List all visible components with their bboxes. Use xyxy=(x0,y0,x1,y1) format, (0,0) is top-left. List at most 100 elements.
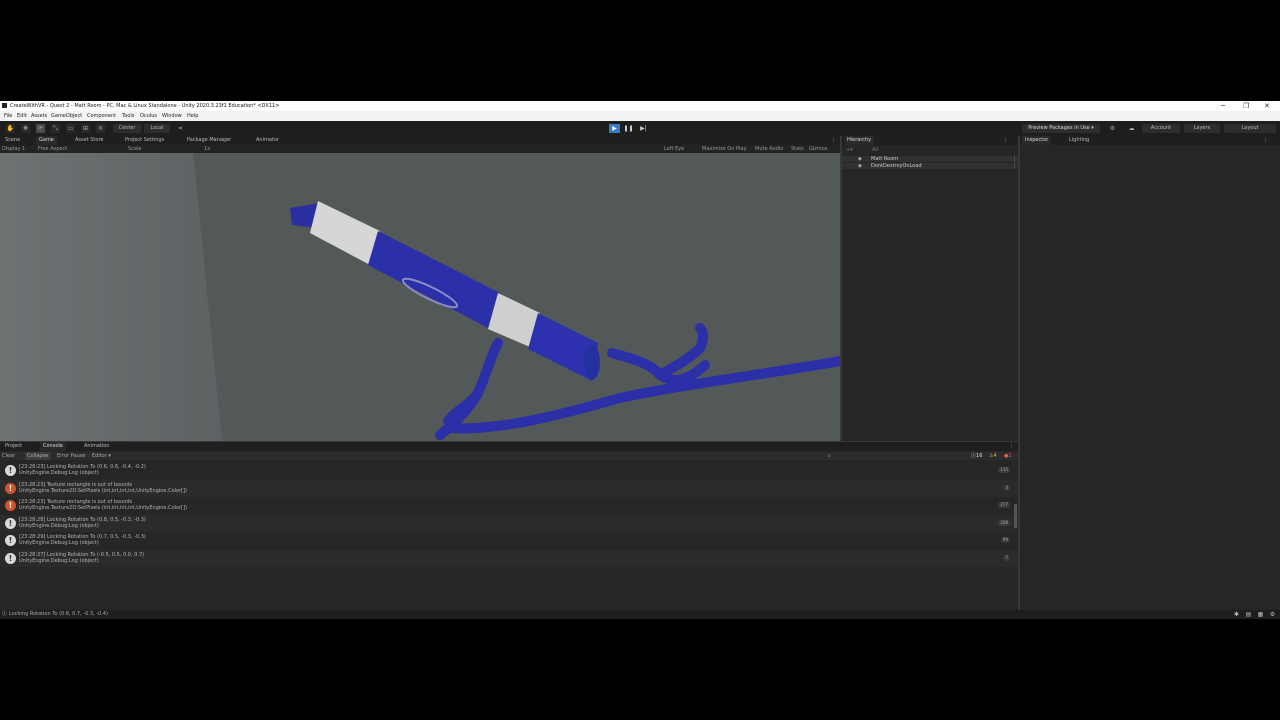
preview-packages-dropdown[interactable]: Preview Packages in Use ▾ xyxy=(1022,124,1100,133)
clear-button[interactable]: Clear xyxy=(2,452,15,460)
hierarchy-search-bar: +▾ All xyxy=(844,146,1016,154)
item-menu-icon[interactable]: ⋮ xyxy=(1012,156,1017,162)
collab-icon[interactable]: ⚙ xyxy=(1108,124,1117,133)
custom-tool-icon[interactable]: ✕ xyxy=(96,124,105,133)
collapse-toggle[interactable]: Collapse xyxy=(25,452,51,460)
scene-icon: ◈ xyxy=(858,163,862,169)
warning-count-toggle[interactable]: ⚠4 xyxy=(989,452,997,460)
menu-oculus[interactable]: Oculus xyxy=(140,111,157,121)
info-icon: ! xyxy=(5,518,16,529)
snap-icon[interactable]: ⌗ xyxy=(176,124,185,133)
tab-animator[interactable]: Animator xyxy=(253,136,282,145)
console-panel: Project Console Animation ⋮ Clear Collap… xyxy=(0,442,1018,611)
menu-gameobject[interactable]: GameObject xyxy=(51,111,82,121)
cache-icon[interactable]: ▤ xyxy=(1245,611,1252,618)
gizmos-dropdown[interactable]: Gizmos xyxy=(809,145,827,153)
layout-dropdown[interactable]: Layout xyxy=(1224,124,1276,133)
console-log-row[interactable]: ! [23:28:29] Locking Rotation To (0.7, 0.… xyxy=(0,532,1018,549)
status-message[interactable]: Locking Rotation To (0.8, 0.7, -0.3, -0.… xyxy=(9,610,108,619)
error-count-toggle[interactable]: ●2 xyxy=(1004,452,1012,460)
maximize-on-play-toggle[interactable]: Maximize On Play xyxy=(702,145,746,153)
tab-scene[interactable]: Scene xyxy=(2,136,23,145)
menu-edit[interactable]: Edit xyxy=(17,111,27,121)
scale-tool-icon[interactable]: ⤡ xyxy=(51,124,60,133)
cloud-icon[interactable]: ☁ xyxy=(1127,124,1136,133)
move-tool-icon[interactable]: ✥ xyxy=(21,124,30,133)
account-dropdown[interactable]: Account xyxy=(1142,124,1180,133)
mute-audio-toggle[interactable]: Mute Audio xyxy=(755,145,783,153)
hierarchy-item[interactable]: ◈ DontDestroyOnLoad ⋮ xyxy=(842,163,1018,169)
eye-dropdown[interactable]: Left Eye xyxy=(664,145,684,153)
maximize-button[interactable]: ❐ xyxy=(1243,101,1249,111)
step-button[interactable]: ▶| xyxy=(638,124,649,133)
log-stacktrace: UnityEngine.Debug:Log (object) xyxy=(19,558,99,564)
item-menu-icon[interactable]: ⋮ xyxy=(1012,163,1017,169)
tab-asset-store[interactable]: Asset Store xyxy=(72,136,106,145)
scale-value[interactable]: 1x xyxy=(204,145,210,153)
game-viewport[interactable] xyxy=(0,153,840,441)
log-count-badge: 115 xyxy=(998,467,1010,473)
wall-left xyxy=(0,153,222,441)
tab-console[interactable]: Console xyxy=(40,442,66,451)
log-stacktrace: UnityEngine.Texture2D:SetPixels (int,int… xyxy=(19,505,188,511)
menu-assets[interactable]: Assets xyxy=(31,111,47,121)
menu-window[interactable]: Window xyxy=(162,111,182,121)
log-count-badge: 3 xyxy=(1003,485,1010,491)
hierarchy-item[interactable]: ◈ Matt Room ⋮ xyxy=(842,156,1018,162)
game-render xyxy=(0,153,840,441)
menu-file[interactable]: File xyxy=(4,111,12,121)
transform-tool-icon[interactable]: ⊞ xyxy=(81,124,90,133)
close-button[interactable]: ✕ xyxy=(1264,101,1270,111)
settings-icon[interactable]: ⚙ xyxy=(1269,611,1276,618)
tab-hierarchy[interactable]: Hierarchy xyxy=(844,136,875,145)
rect-tool-icon[interactable]: ▭ xyxy=(66,124,75,133)
create-plus-icon[interactable]: +▾ xyxy=(846,146,853,154)
rotate-tool-icon[interactable]: ⟳ xyxy=(36,124,45,133)
lock-icon[interactable]: ⋮ xyxy=(1000,136,1011,145)
tab-inspector[interactable]: Inspector xyxy=(1022,136,1052,145)
console-log-row[interactable]: ! [23:28:23] Locking Rotation To (0.6, 0.… xyxy=(0,462,1018,479)
menu-tools[interactable]: Tools xyxy=(122,111,134,121)
play-button[interactable]: ▶ xyxy=(609,124,620,133)
hierarchy-search-input[interactable]: All xyxy=(872,146,878,154)
panel-menu-icon[interactable]: ⋮ xyxy=(1006,442,1017,451)
console-log-row[interactable]: ! [23:28:23] Texture rectangle is out of … xyxy=(0,497,1018,514)
video-frame: CreateWithVR - Quest 2 - Matt Room - PC,… xyxy=(0,0,1280,720)
tab-lighting[interactable]: Lighting xyxy=(1066,136,1092,145)
console-log-row[interactable]: ! [23:28:28] Locking Rotation To (0.8, 0.… xyxy=(0,515,1018,532)
info-count-toggle[interactable]: ⓘ16 xyxy=(971,452,982,460)
pivot-local-toggle[interactable]: Local xyxy=(144,124,170,133)
bug-icon[interactable]: ✱ xyxy=(1233,611,1240,618)
tab-game[interactable]: Game xyxy=(36,136,57,145)
log-count-badge: 277 xyxy=(998,502,1010,508)
editor-dropdown[interactable]: Editor ▾ xyxy=(92,452,111,460)
panel-menu-icon[interactable]: ⋮ xyxy=(828,136,839,145)
menu-component[interactable]: Component xyxy=(87,111,116,121)
stats-toggle[interactable]: Stats xyxy=(791,145,804,153)
console-scrollbar[interactable] xyxy=(1014,504,1017,528)
tab-project[interactable]: Project xyxy=(2,442,25,451)
game-panel: Scene Game Asset Store Project Settings … xyxy=(0,136,840,441)
progress-icon[interactable]: ▦ xyxy=(1257,611,1264,618)
layers-dropdown[interactable]: Layers xyxy=(1184,124,1220,133)
info-icon: ! xyxy=(5,465,16,476)
menu-help[interactable]: Help xyxy=(187,111,198,121)
pause-button[interactable]: ❚❚ xyxy=(623,124,634,133)
console-search-icon[interactable]: ⌕ xyxy=(828,452,831,460)
title-bar: CreateWithVR - Quest 2 - Matt Room - PC,… xyxy=(0,101,1280,111)
console-log-row[interactable]: ! [23:28:23] Texture rectangle is out of … xyxy=(0,480,1018,497)
tab-project-settings[interactable]: Project Settings xyxy=(122,136,167,145)
tab-animation[interactable]: Animation xyxy=(81,442,113,451)
panel-menu-icon[interactable]: ⋮ xyxy=(1260,136,1271,145)
error-pause-toggle[interactable]: Error Pause xyxy=(57,452,85,460)
tab-package-manager[interactable]: Package Manager xyxy=(184,136,234,145)
info-icon: ! xyxy=(5,535,16,546)
pivot-center-toggle[interactable]: Center xyxy=(113,124,141,133)
hand-tool-icon[interactable]: ✋ xyxy=(6,124,15,133)
hierarchy-tab-strip: Hierarchy ⋮ xyxy=(842,136,1018,145)
minimize-button[interactable]: ─ xyxy=(1221,101,1225,111)
aspect-dropdown[interactable]: Free Aspect xyxy=(38,145,67,153)
display-dropdown[interactable]: Display 1 xyxy=(2,145,25,153)
error-icon: ! xyxy=(5,500,16,511)
console-log-row[interactable]: ! [23:28:37] Locking Rotation To (-0.5, 0… xyxy=(0,550,1018,567)
